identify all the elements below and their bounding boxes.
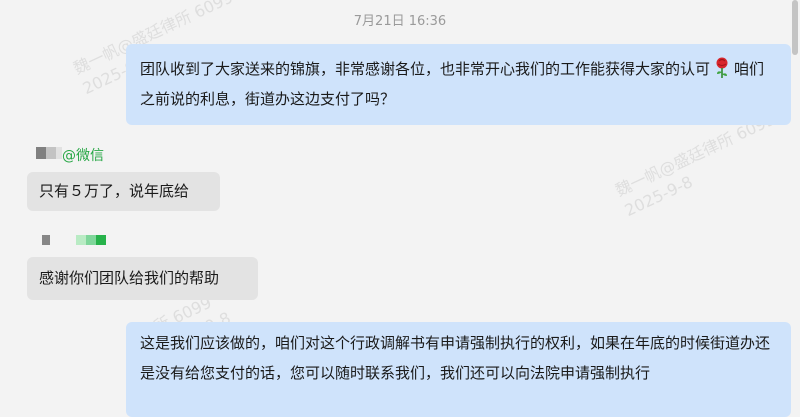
message-text: 团队收到了大家送来的锦旗，非常感谢各位，也非常开心我们的工作能获得大家的认可: [140, 60, 711, 78]
sender-label: @微信: [36, 146, 104, 166]
message-timestamp: 7月21日 16:36: [353, 14, 447, 29]
sender-source-tag: @微信: [62, 148, 104, 164]
outgoing-message[interactable]: 这是我们应该做的，咱们对这个行政调解书有申请强制执行的权利，如果在年底的时候街道…: [126, 322, 791, 417]
scrollbar[interactable]: [792, 0, 798, 55]
incoming-message[interactable]: 只有５万了，说年底给: [27, 172, 220, 211]
rose-icon: [714, 57, 730, 79]
watermark: 魏一帆@盛廷律所 6099 2025-9-8: [612, 109, 778, 221]
blurred-avatar: [36, 233, 116, 251]
message-text: 感谢你们团队给我们的帮助: [39, 269, 220, 287]
blurred-avatar: [36, 146, 62, 166]
message-text: 只有５万了，说年底给: [39, 182, 190, 200]
outgoing-message[interactable]: 团队收到了大家送来的锦旗，非常感谢各位，也非常开心我们的工作能获得大家的认可 咱们…: [126, 44, 791, 125]
message-text: 这是我们应该做的，咱们对这个行政调解书有申请强制执行的权利，如果在年底的时候街道…: [140, 334, 771, 382]
sender-label: [36, 233, 116, 249]
incoming-message[interactable]: 感谢你们团队给我们的帮助: [27, 257, 258, 300]
